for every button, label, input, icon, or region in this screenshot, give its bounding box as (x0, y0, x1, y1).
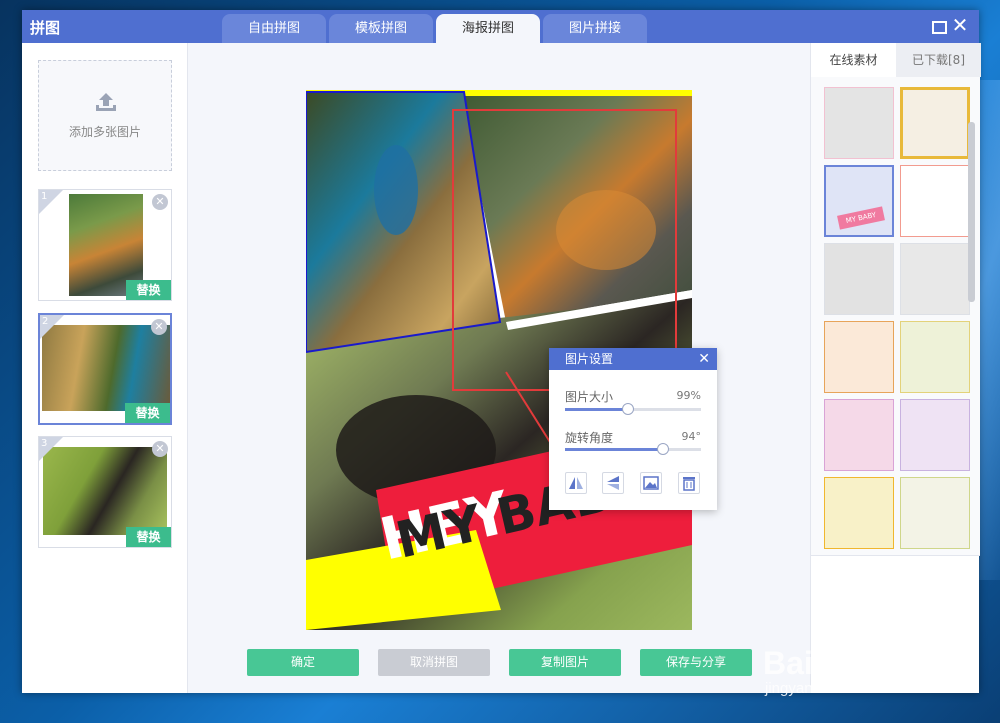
upload-icon (96, 93, 116, 111)
trash-icon (683, 477, 695, 491)
size-value: 99% (676, 389, 701, 402)
image-settings-popup: 图片设置 ✕ 图片大小 99% 旋转角度 94° (549, 348, 717, 510)
template-baby-label: MY BABY (837, 206, 885, 230)
cancel-collage-button[interactable]: 取消拼图 (378, 649, 490, 676)
baidu-watermark: Bai du 经验 jingyan.baidu.com (763, 610, 993, 700)
thumbnail-item-2[interactable]: 2 ✕ 替换 (38, 313, 172, 425)
thumbnail-number-badge: 2 (40, 315, 64, 339)
watermark-brand: Bai du 经验 (763, 645, 934, 681)
remove-image-icon[interactable]: ✕ (151, 319, 167, 335)
rotate-slider[interactable] (565, 443, 701, 455)
flip-horizontal-button[interactable] (565, 472, 587, 494)
copy-image-button[interactable]: 复制图片 (509, 649, 621, 676)
popup-close-icon[interactable]: ✕ (698, 348, 710, 370)
template-thumbnail[interactable] (900, 399, 970, 471)
size-label: 图片大小 (565, 390, 614, 404)
tab-poster-collage[interactable]: 海报拼图 (436, 14, 540, 43)
image-list-panel: 添加多张图片 1 ✕ 替换 2 ✕ 替换 3 ✕ 替换 (22, 43, 188, 693)
panel-divider (811, 555, 980, 556)
template-grid: MY BABY (811, 77, 980, 555)
tab-template-collage[interactable]: 模板拼图 (329, 14, 433, 43)
template-thumbnail[interactable] (824, 321, 894, 393)
template-thumbnail-selected[interactable]: MY BABY (824, 165, 894, 237)
tab-free-collage[interactable]: 自由拼图 (222, 14, 326, 43)
title-bar: 拼图 自由拼图 模板拼图 海报拼图 图片拼接 ✕ (22, 10, 979, 43)
size-slider[interactable] (565, 403, 701, 415)
template-thumbnail[interactable] (824, 477, 894, 549)
replace-picture-button[interactable] (640, 472, 662, 494)
app-title: 拼图 (30, 19, 61, 37)
popup-header: 图片设置 ✕ (549, 348, 717, 370)
flip-vertical-button[interactable] (602, 472, 624, 494)
thumbnail-number-badge: 3 (39, 437, 63, 461)
image-icon (643, 476, 659, 490)
thumbnail-item-3[interactable]: 3 ✕ 替换 (38, 436, 172, 548)
add-images-button[interactable]: 添加多张图片 (38, 60, 172, 171)
size-slider-fill (565, 408, 628, 411)
thumbnail-number-badge: 1 (39, 190, 63, 214)
template-thumbnail[interactable] (900, 477, 970, 549)
template-thumbnail[interactable] (900, 243, 970, 315)
template-thumbnail[interactable] (900, 165, 970, 237)
collage-app-window: 拼图 自由拼图 模板拼图 海报拼图 图片拼接 ✕ 添加多张图片 1 ✕ 替换 2 (22, 10, 981, 693)
template-scrollbar[interactable] (968, 122, 975, 302)
tab-image-stitch[interactable]: 图片拼接 (543, 14, 647, 43)
flip-vertical-icon (607, 476, 619, 490)
thumbnail-item-1[interactable]: 1 ✕ 替换 (38, 189, 172, 301)
tab-online-materials[interactable]: 在线素材 (811, 43, 896, 77)
template-panel: 在线素材 已下载[8] MY BABY (810, 43, 981, 693)
remove-image-icon[interactable]: ✕ (152, 441, 168, 457)
replace-button[interactable]: 替换 (126, 280, 171, 300)
rotate-label: 旋转角度 (565, 431, 614, 445)
replace-button[interactable]: 替换 (125, 403, 170, 423)
template-thumbnail[interactable] (824, 243, 894, 315)
flip-horizontal-icon (569, 477, 583, 489)
delete-image-button[interactable] (678, 472, 700, 494)
close-icon[interactable]: ✕ (950, 15, 970, 36)
replace-button[interactable]: 替换 (126, 527, 171, 547)
watermark-url: jingyan.baidu.com (765, 680, 886, 697)
size-slider-knob[interactable] (621, 403, 634, 415)
confirm-button[interactable]: 确定 (247, 649, 359, 676)
template-thumbnail[interactable] (824, 399, 894, 471)
template-thumbnail[interactable] (900, 321, 970, 393)
tab-downloaded[interactable]: 已下载[8] (896, 43, 981, 77)
remove-image-icon[interactable]: ✕ (152, 194, 168, 210)
template-thumbnail[interactable] (900, 87, 970, 159)
maximize-icon[interactable] (928, 16, 948, 36)
add-images-label: 添加多张图片 (68, 125, 141, 139)
template-thumbnail[interactable] (824, 87, 894, 159)
popup-title: 图片设置 (565, 352, 614, 366)
rotate-value: 94° (681, 430, 702, 443)
rotate-slider-knob[interactable] (656, 443, 669, 455)
rotate-slider-fill (565, 448, 663, 451)
save-share-button[interactable]: 保存与分享 (640, 649, 752, 676)
